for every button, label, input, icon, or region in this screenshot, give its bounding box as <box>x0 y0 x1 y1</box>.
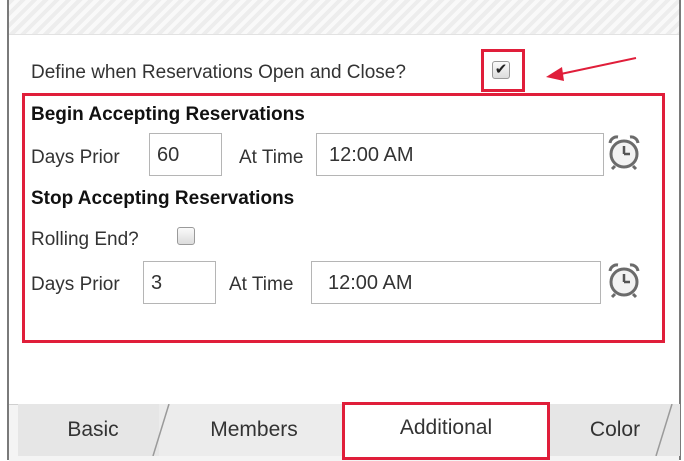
annotation-arrow-icon <box>546 57 637 81</box>
tab-additional[interactable]: Additional <box>342 402 550 460</box>
tab-divider <box>152 404 170 456</box>
begin-days-prior-label: Days Prior <box>31 147 120 168</box>
stop-time-input[interactable]: 12:00 AM <box>311 261 601 304</box>
stop-accepting-heading: Stop Accepting Reservations <box>31 188 295 209</box>
alarm-clock-icon[interactable] <box>605 133 643 171</box>
stop-days-prior-input[interactable]: 3 <box>143 261 216 304</box>
stop-at-time-label: At Time <box>229 274 294 295</box>
rolling-end-checkbox[interactable] <box>177 227 195 245</box>
begin-days-prior-input[interactable]: 60 <box>149 133 222 176</box>
define-open-close-label: Define when Reservations Open and Close? <box>31 62 406 83</box>
stop-days-prior-label: Days Prior <box>31 274 120 295</box>
begin-at-time-label: At Time <box>239 147 304 168</box>
tab-divider <box>655 404 673 456</box>
alarm-clock-icon[interactable] <box>605 261 643 299</box>
begin-accepting-heading: Begin Accepting Reservations <box>31 104 305 125</box>
panel-header <box>9 0 679 35</box>
reservation-window-section <box>22 93 665 343</box>
rolling-end-label: Rolling End? <box>31 229 139 250</box>
begin-time-input[interactable]: 12:00 AM <box>316 133 604 176</box>
tab-basic[interactable]: Basic <box>18 404 168 456</box>
define-open-close-checkbox[interactable]: ✔ <box>492 61 510 79</box>
tab-members[interactable]: Members <box>159 404 349 456</box>
settings-panel: Define when Reservations Open and Close?… <box>7 0 681 461</box>
